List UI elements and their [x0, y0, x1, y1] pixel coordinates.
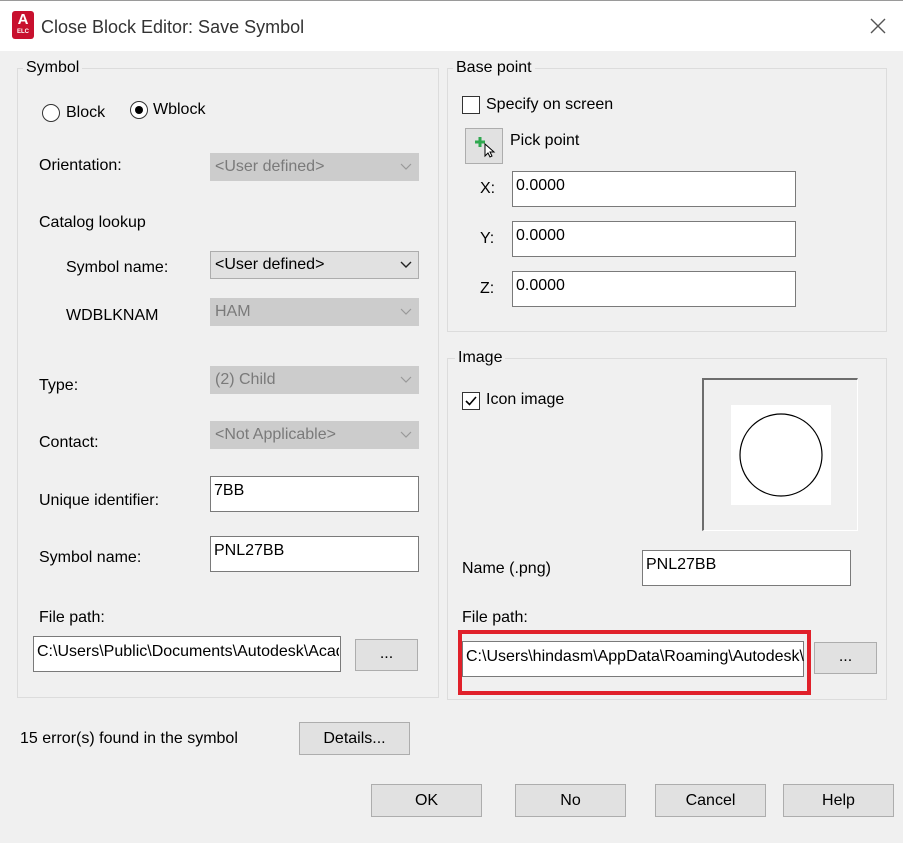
z-field[interactable]: 0.0000 — [512, 271, 796, 307]
chevron-down-icon — [400, 163, 412, 170]
contact-label: Contact: — [39, 434, 99, 451]
catalog-lookup-label: Catalog lookup — [39, 214, 146, 231]
wblock-radio[interactable] — [130, 101, 148, 119]
symbol-name-combo-label: Symbol name: — [66, 259, 169, 276]
orientation-label: Orientation: — [39, 157, 122, 174]
orientation-value: <User defined> — [215, 158, 325, 175]
chevron-down-icon — [400, 376, 412, 383]
image-file-path-field[interactable]: C:\Users\hindasm\AppData\Roaming\Autodes… — [462, 641, 804, 677]
wdblknam-dropdown: HAM — [210, 298, 419, 326]
no-button[interactable]: No — [515, 784, 626, 817]
image-browse-button[interactable]: ... — [814, 642, 877, 674]
z-label: Z: — [480, 280, 495, 297]
type-label: Type: — [39, 377, 79, 394]
icon-preview — [731, 405, 831, 505]
symbol-name-dropdown-value: <User defined> — [215, 256, 325, 273]
icon-preview-frame — [702, 378, 858, 531]
y-field[interactable]: 0.0000 — [512, 221, 796, 257]
help-button[interactable]: Help — [783, 784, 894, 817]
symbol-browse-button[interactable]: ... — [355, 639, 418, 671]
details-button[interactable]: Details... — [299, 722, 410, 755]
ok-button[interactable]: OK — [371, 784, 482, 817]
image-file-path-value: C:\Users\hindasm\AppData\Roaming\Autodes… — [466, 648, 804, 665]
type-dropdown: (2) Child — [210, 366, 419, 394]
image-name-field[interactable]: PNL27BB — [642, 550, 851, 586]
pick-point-label: Pick point — [510, 132, 580, 149]
image-file-path-label: File path: — [462, 609, 528, 626]
circle-symbol-icon — [739, 413, 823, 497]
wdblknam-value: HAM — [215, 303, 251, 320]
unique-identifier-field[interactable]: 7BB — [210, 476, 419, 512]
icon-image-label[interactable]: Icon image — [486, 391, 564, 409]
wdblknam-label: WDBLKNAM — [66, 307, 159, 324]
title-bar: A ELC Close Block Editor: Save Symbol — [0, 0, 903, 51]
error-status-text: 15 error(s) found in the symbol — [20, 730, 238, 747]
x-field[interactable]: 0.0000 — [512, 171, 796, 207]
image-name-label: Name (.png) — [462, 560, 551, 577]
window-title: Close Block Editor: Save Symbol — [41, 17, 305, 37]
symbol-name-label: Symbol name: — [39, 549, 142, 566]
unique-identifier-label: Unique identifier: — [39, 492, 160, 509]
orientation-dropdown: <User defined> — [210, 153, 419, 181]
specify-on-screen-checkbox[interactable] — [462, 96, 480, 114]
specify-on-screen-label[interactable]: Specify on screen — [486, 96, 613, 114]
pick-point-button[interactable] — [465, 128, 503, 164]
symbol-name-value: PNL27BB — [214, 542, 285, 559]
contact-value: <Not Applicable> — [215, 426, 336, 443]
y-value: 0.0000 — [516, 227, 565, 244]
x-value: 0.0000 — [516, 177, 565, 194]
close-icon[interactable] — [866, 14, 890, 38]
x-label: X: — [480, 180, 496, 197]
z-value: 0.0000 — [516, 277, 565, 294]
pick-point-icon — [475, 137, 496, 158]
symbol-file-path-label: File path: — [39, 609, 105, 626]
wblock-radio-label[interactable]: Wblock — [153, 101, 205, 119]
chevron-down-icon — [400, 308, 412, 315]
block-radio[interactable] — [42, 104, 60, 122]
contact-dropdown: <Not Applicable> — [210, 421, 419, 449]
chevron-down-icon — [400, 261, 412, 268]
symbol-group-title: Symbol — [23, 59, 83, 77]
cancel-button[interactable]: Cancel — [655, 784, 766, 817]
checkmark-icon — [465, 396, 477, 406]
symbol-file-path-field[interactable]: C:\Users\Public\Documents\Autodesk\Acad — [33, 636, 341, 672]
symbol-name-dropdown[interactable]: <User defined> — [210, 251, 419, 279]
base-point-group-title: Base point — [453, 59, 535, 77]
symbol-name-field[interactable]: PNL27BB — [210, 536, 419, 572]
image-name-value: PNL27BB — [646, 556, 717, 573]
y-label: Y: — [480, 230, 495, 247]
symbol-file-path-value: C:\Users\Public\Documents\Autodesk\Acad — [37, 643, 339, 660]
unique-identifier-value: 7BB — [214, 482, 245, 499]
icon-image-checkbox[interactable] — [462, 392, 480, 410]
app-logo-icon: A ELC — [12, 11, 34, 39]
type-value: (2) Child — [215, 371, 276, 388]
block-radio-label[interactable]: Block — [66, 104, 105, 122]
chevron-down-icon — [400, 431, 412, 438]
image-group-title: Image — [455, 349, 506, 367]
